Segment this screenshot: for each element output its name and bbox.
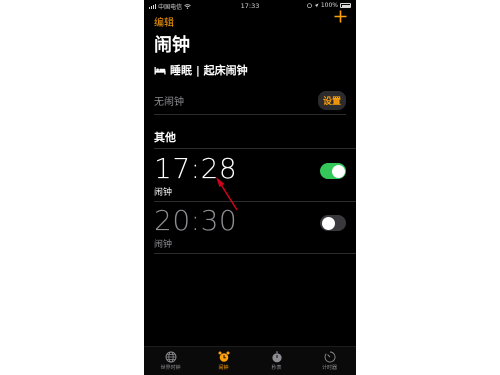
edit-button[interactable]: 编辑	[154, 14, 174, 29]
alarm-toggle[interactable]	[320, 215, 346, 231]
battery-percent: 100%	[320, 2, 338, 9]
tab-stopwatch[interactable]: 秒表	[250, 347, 303, 375]
tab-label: 计时器	[321, 365, 337, 371]
globe-icon	[165, 351, 176, 363]
others-section-title: 其他	[154, 131, 176, 144]
sleep-alarm-row: 无闹钟 设置	[154, 86, 346, 115]
tab-alarm[interactable]: 闹钟	[197, 347, 250, 375]
no-alarm-label: 无闹钟	[154, 97, 184, 108]
sleep-header: 睡眠 | 起床闹钟	[154, 62, 248, 78]
phone-screen: 中国电信 17:33 100% 编辑 闹钟 睡眠 | 起床闹钟 无闹钟 设置 其…	[144, 0, 356, 375]
alarm-row[interactable]: 17:28 闹钟	[154, 148, 356, 202]
alarm-label: 闹钟	[154, 188, 173, 198]
tab-label: 闹钟	[218, 365, 229, 371]
alarm-toggle[interactable]	[320, 163, 346, 179]
screenshot-canvas: 中国电信 17:33 100% 编辑 闹钟 睡眠 | 起床闹钟 无闹钟 设置 其…	[0, 0, 500, 375]
sleep-header-label: 睡眠 | 起床闹钟	[170, 64, 248, 77]
alarm-clock-icon	[218, 351, 229, 362]
tab-label: 秒表	[271, 365, 282, 371]
add-alarm-button[interactable]	[334, 9, 347, 27]
alarm-row[interactable]: 20:30 闹钟	[154, 201, 356, 254]
tab-label: 世界时钟	[160, 365, 181, 371]
stopwatch-icon	[271, 351, 282, 363]
alarm-time: 20:30	[154, 204, 238, 237]
tab-timer[interactable]: 计时器	[303, 347, 356, 375]
tab-world-clock[interactable]: 世界时钟	[144, 347, 197, 375]
alarm-status-icon	[306, 3, 312, 8]
setup-button[interactable]: 设置	[317, 91, 346, 110]
location-icon	[314, 3, 319, 8]
alarm-label: 闹钟	[154, 240, 173, 250]
plus-icon	[334, 10, 347, 23]
alarm-time: 17:28	[154, 152, 238, 185]
toggle-knob	[321, 216, 335, 230]
timer-icon	[324, 351, 335, 363]
tab-bar: 世界时钟 闹钟 秒表 计时器	[144, 346, 356, 375]
status-right: 100%	[306, 2, 351, 9]
page-title: 闹钟	[154, 35, 190, 56]
battery-icon	[340, 3, 351, 8]
status-bar: 中国电信 17:33 100%	[144, 0, 356, 12]
toggle-knob	[331, 164, 345, 178]
bed-icon	[154, 67, 166, 75]
